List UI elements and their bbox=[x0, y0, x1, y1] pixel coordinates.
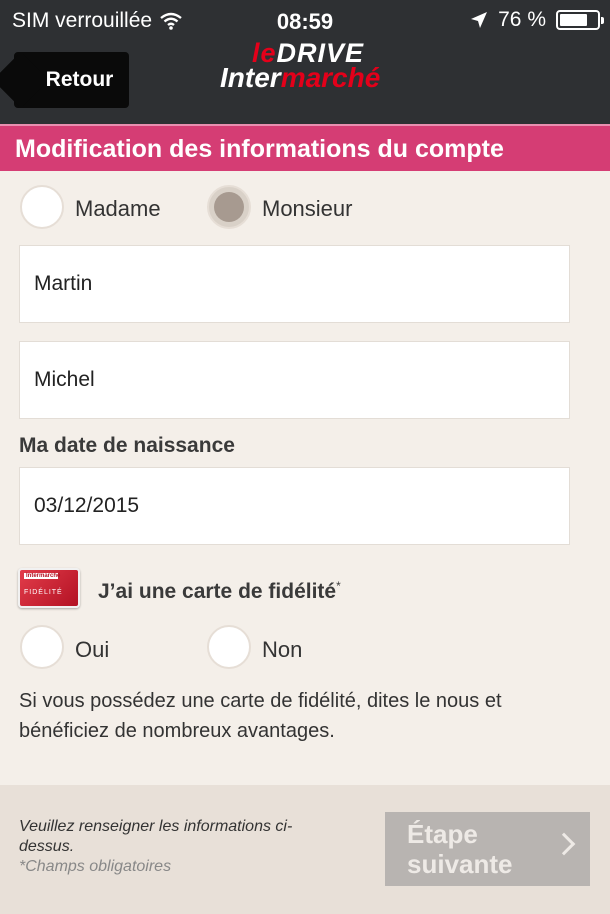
first-name-field[interactable]: Michel bbox=[19, 341, 570, 419]
back-button-label: Retour bbox=[45, 68, 114, 91]
radio-oui[interactable] bbox=[20, 625, 64, 669]
radio-madame-label[interactable]: Madame bbox=[75, 196, 161, 222]
last-name-field[interactable]: Martin bbox=[19, 245, 570, 323]
logo-inter: Inter bbox=[220, 62, 281, 93]
card-icon-brand: Intermarché bbox=[24, 573, 61, 579]
birthdate-label: Ma date de naissance bbox=[19, 434, 235, 457]
battery-icon bbox=[556, 10, 604, 30]
back-button[interactable]: Retour bbox=[14, 52, 129, 108]
top-bar: SIM verrouillée 08:59 76 % Retour leDRIV… bbox=[0, 0, 610, 124]
birthdate-value: 03/12/2015 bbox=[34, 494, 140, 517]
section-title: Modification des informations du compte bbox=[0, 124, 610, 171]
required-note: *Champs obligatoires bbox=[19, 858, 172, 875]
next-step-button[interactable]: Étape suivante bbox=[385, 812, 590, 886]
radio-oui-label[interactable]: Oui bbox=[75, 637, 109, 663]
last-name-value: Martin bbox=[34, 272, 93, 295]
radio-non-label[interactable]: Non bbox=[262, 637, 302, 663]
next-step-label: Étape suivante bbox=[407, 819, 513, 879]
battery-percent: 76 % bbox=[498, 8, 546, 31]
radio-monsieur-label[interactable]: Monsieur bbox=[262, 196, 352, 222]
footer: Veuillez renseigner les informations ci-… bbox=[0, 785, 610, 914]
logo-line2: Intermarché bbox=[220, 62, 380, 94]
status-bar: SIM verrouillée 08:59 76 % bbox=[0, 0, 610, 40]
footer-message: Veuillez renseigner les informations ci-… bbox=[19, 818, 293, 855]
loyalty-question: J’ai une carte de fidélité* bbox=[98, 579, 341, 604]
chevron-right-icon bbox=[552, 832, 576, 856]
birthdate-field[interactable]: 03/12/2015 bbox=[19, 467, 570, 545]
required-asterisk: * bbox=[336, 579, 341, 593]
battery-fill bbox=[560, 14, 588, 26]
location-arrow-icon bbox=[471, 12, 488, 28]
radio-non[interactable] bbox=[207, 625, 251, 669]
status-right: 76 % bbox=[470, 8, 604, 32]
loyalty-card-icon: Intermarché FIDÉLITÉ bbox=[18, 568, 80, 608]
loyalty-question-text: J’ai une carte de fidélité bbox=[98, 580, 337, 603]
drive-intermarche-logo: leDRIVE Intermarché bbox=[220, 38, 390, 98]
loyalty-info-text: Si vous possédez une carte de fidélité, … bbox=[19, 690, 502, 742]
logo-marche: marché bbox=[280, 62, 381, 93]
radio-madame[interactable] bbox=[20, 185, 64, 229]
card-icon-text: FIDÉLITÉ bbox=[24, 589, 63, 596]
first-name-value: Michel bbox=[34, 368, 95, 391]
radio-monsieur[interactable] bbox=[207, 185, 251, 229]
